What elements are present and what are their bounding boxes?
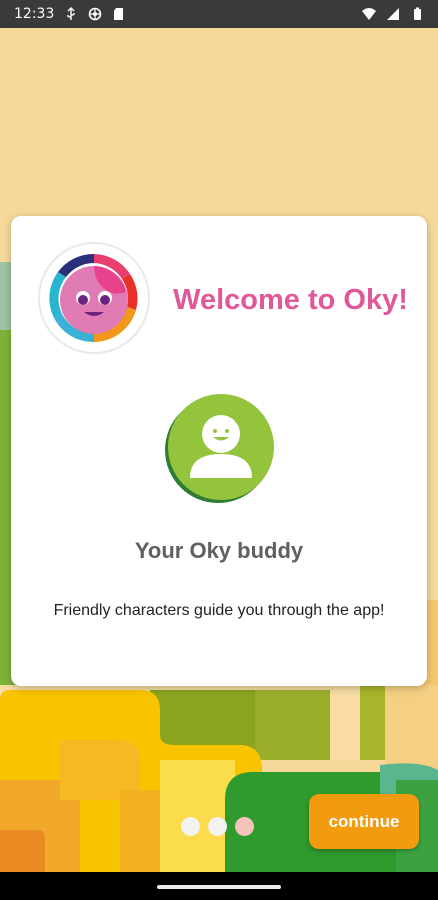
status-left: 12:33: [14, 6, 126, 22]
battery-icon: [414, 7, 421, 20]
signal-icon: [387, 8, 399, 20]
welcome-title: Welcome to Oky!: [173, 284, 408, 316]
usb-icon: [67, 7, 76, 20]
continue-button[interactable]: continue: [309, 794, 419, 849]
buddy-description: Friendly characters guide you through th…: [53, 602, 385, 619]
buddy-avatar-icon: [165, 394, 274, 503]
vpn-icon: [89, 7, 102, 21]
oky-logo-icon: [38, 242, 150, 354]
welcome-card: Welcome to Oky! Your Oky buddy Friendly …: [11, 216, 427, 686]
page-dot-1[interactable]: [181, 817, 200, 836]
pagination-dots: [181, 817, 254, 836]
page-dot-2[interactable]: [208, 817, 227, 836]
status-right: [362, 7, 424, 21]
status-time: 12:33: [14, 6, 55, 22]
system-nav-bar: [0, 872, 438, 900]
buddy-title: Your Oky buddy: [134, 538, 304, 563]
page-dot-3-active[interactable]: [235, 817, 254, 836]
home-gesture-handle[interactable]: [157, 885, 281, 889]
status-bar: 12:33: [0, 0, 438, 28]
wifi-icon: [362, 8, 376, 20]
sd-card-icon: [114, 8, 124, 20]
